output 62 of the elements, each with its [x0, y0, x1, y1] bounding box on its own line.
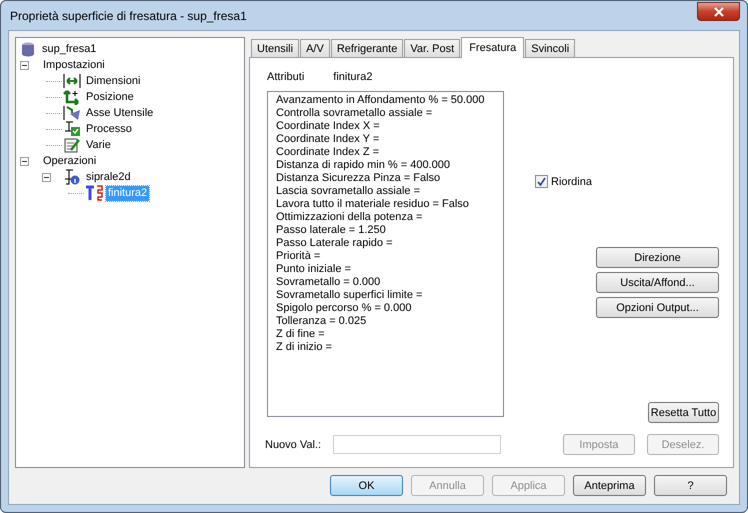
tool-icon: [63, 105, 81, 121]
reset-button[interactable]: Resetta Tutto: [648, 402, 719, 423]
tree-item[interactable]: Operazioni: [41, 154, 98, 168]
property-item[interactable]: Sovrametallo superfici limite =: [276, 289, 495, 302]
property-item[interactable]: Spigolo percorso % = 0.000: [276, 302, 495, 315]
collapse-toggle[interactable]: [42, 172, 51, 182]
property-item[interactable]: Coordinate Index X =: [276, 120, 495, 133]
tab[interactable]: Utensili: [251, 39, 300, 57]
tree-item[interactable]: Dimensioni: [84, 74, 142, 88]
property-item[interactable]: Z di inizio =: [276, 341, 495, 354]
tab[interactable]: Var. Post: [404, 39, 460, 57]
tab[interactable]: Refrigerante: [330, 39, 404, 57]
close-button[interactable]: [697, 2, 740, 21]
property-item[interactable]: Distanza Sicurezza Pinza = Falso: [276, 172, 495, 185]
property-item[interactable]: Ottimizzazioni della potenza =: [276, 211, 495, 224]
tree-item[interactable]: Processo: [84, 122, 134, 136]
property-item[interactable]: Lascia sovrametallo assiale =: [276, 185, 495, 198]
property-item[interactable]: Tolleranza = 0.025: [276, 315, 495, 328]
edit-icon: [63, 137, 81, 153]
window-title: Proprietà superficie di fresatura - sup_fresa1: [9, 8, 247, 22]
new-value-label: Nuovo Val.:: [265, 438, 322, 450]
tab[interactable]: Fresatura: [461, 37, 524, 58]
property-item[interactable]: Coordinate Index Z =: [276, 146, 495, 159]
new-value-field[interactable]: [333, 435, 501, 454]
tree-item[interactable]: Varie: [84, 138, 113, 152]
width-arrows-icon: [63, 73, 81, 89]
collapse-toggle[interactable]: [20, 156, 29, 166]
attributes-value: finitura2: [333, 71, 372, 85]
property-item[interactable]: Punto iniziale =: [276, 263, 495, 276]
property-item[interactable]: Lavora tutto il materiale residuo = Falso: [276, 198, 495, 211]
option-button[interactable]: Uscita/Affond...: [596, 272, 719, 293]
tree-item[interactable]: Asse Utensile: [84, 106, 156, 120]
property-item[interactable]: Passo laterale = 1.250: [276, 224, 495, 237]
check-icon: [63, 121, 81, 137]
tab[interactable]: Svincoli: [525, 39, 576, 57]
check-icon: [537, 177, 546, 186]
option-button[interactable]: Opzioni Output...: [596, 297, 719, 318]
tree-item[interactable]: Posizione: [84, 90, 136, 104]
property-item[interactable]: Z di fine =: [276, 328, 495, 341]
tree-item[interactable]: Impostazioni: [41, 58, 107, 72]
option-button[interactable]: Direzione: [596, 247, 719, 268]
tool-icon: [85, 185, 103, 201]
property-item[interactable]: Priorità =: [276, 250, 495, 263]
property-item[interactable]: Sovrametallo = 0.000: [276, 276, 495, 289]
collapse-toggle[interactable]: [20, 60, 29, 70]
property-item[interactable]: Coordinate Index Y =: [276, 133, 495, 146]
property-item[interactable]: Passo Laterale rapido =: [276, 237, 495, 250]
axes-icon: [63, 89, 81, 105]
reorder-checkbox[interactable]: Riordina: [535, 175, 592, 188]
property-item[interactable]: Avanzamento in Affondamento % = 50.000: [276, 94, 495, 107]
database-icon: [19, 41, 37, 57]
dialog-button[interactable]: ?: [654, 475, 727, 496]
property-item[interactable]: Distanza di rapido min % = 400.000: [276, 159, 495, 172]
dialog-button[interactable]: Anteprima: [573, 475, 646, 496]
attributes-label: Attributi: [267, 71, 304, 85]
tree-item[interactable]: sup_fresa1: [40, 42, 98, 56]
property-item[interactable]: Controlla sovrametallo assiale =: [276, 107, 495, 120]
tree-item[interactable]: siprale2d: [84, 170, 133, 184]
close-icon: [714, 6, 724, 16]
dialog-button[interactable]: OK: [330, 475, 403, 496]
info-icon: [63, 169, 81, 185]
tab[interactable]: A/V: [300, 39, 330, 57]
